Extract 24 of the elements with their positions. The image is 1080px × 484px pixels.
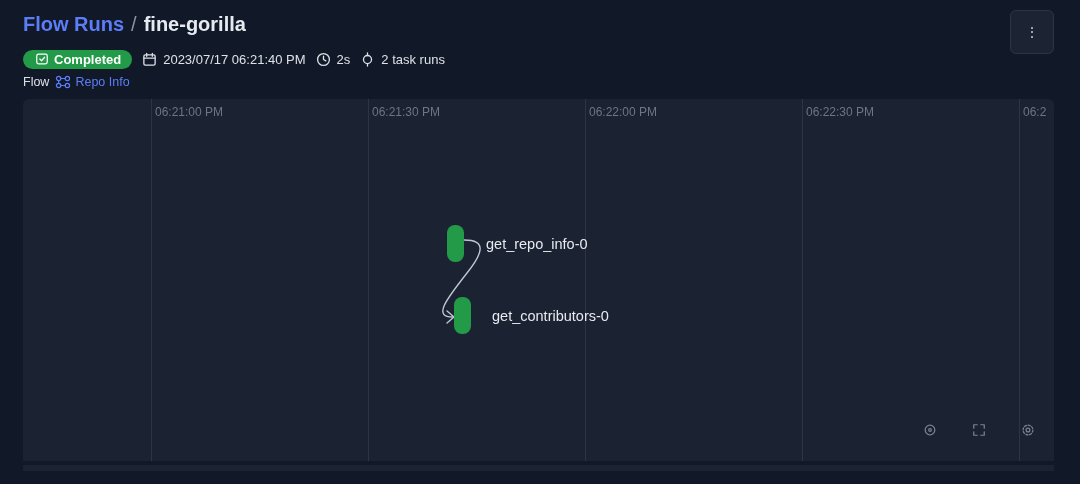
task-node[interactable] (447, 225, 464, 262)
expand-button[interactable] (970, 421, 988, 439)
meta-text: 2 task runs (381, 51, 445, 67)
flow-label: Flow (23, 75, 50, 89)
flow-icon (55, 75, 72, 89)
check-icon (35, 52, 49, 66)
time-tick: 06:21:30 PM (372, 105, 441, 119)
flow-link[interactable]: Repo Info (55, 75, 130, 89)
more-menu-button[interactable]: ⋮ (1010, 10, 1054, 54)
task-node[interactable] (454, 297, 471, 334)
breadcrumb-link[interactable]: Flow Runs (23, 12, 125, 36)
task-node-label: get_contributors-0 (492, 308, 609, 324)
calendar-icon (142, 51, 158, 67)
time-tick: 06:2 (1023, 105, 1047, 119)
time-tick: 06:21:00 PM (155, 105, 224, 119)
page-title: fine-gorilla (143, 12, 246, 36)
meta-text: 2s (336, 51, 351, 67)
status-badge: Completed (23, 49, 133, 69)
task-node-label: get_repo_info-0 (486, 236, 588, 252)
time-tick: 06:22:00 PM (589, 105, 658, 119)
time-tick: 06:22:30 PM (806, 105, 875, 119)
clock-icon (315, 51, 331, 67)
meta-text: 2023/07/17 06:21:40 PM (163, 51, 306, 67)
breadcrumb-separator: / (131, 12, 137, 36)
